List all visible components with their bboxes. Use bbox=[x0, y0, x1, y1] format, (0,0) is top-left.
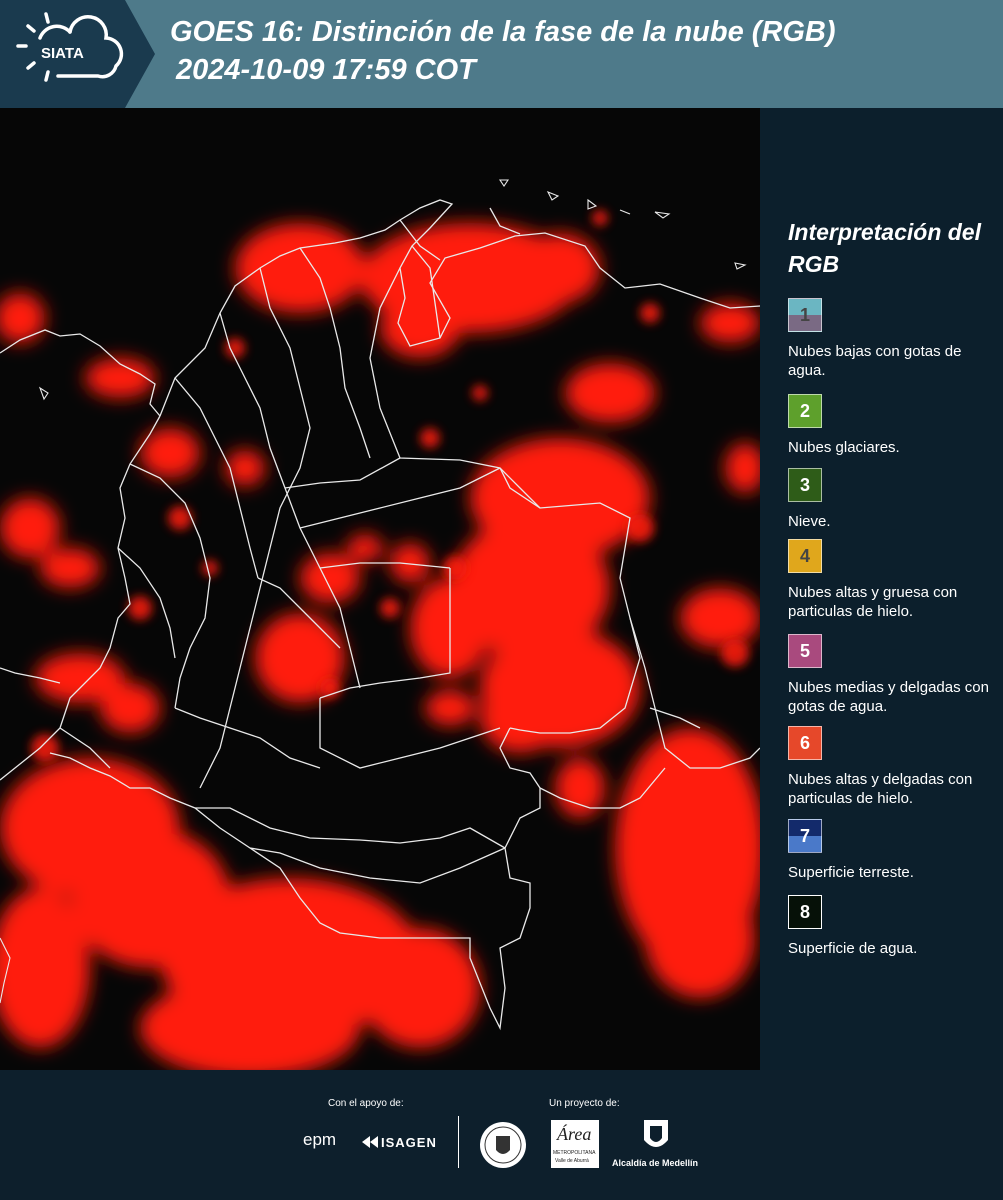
rgb-cloud-image bbox=[0, 108, 760, 1070]
legend-label: Nubes medias y delgadas con gotas de agu… bbox=[788, 679, 989, 715]
legend-swatch: 4 bbox=[788, 539, 822, 573]
footer-divider bbox=[458, 1116, 459, 1168]
legend-panel: Interpretación del RGB 1 Nubes bajas con… bbox=[760, 108, 1003, 1070]
legend-number: 3 bbox=[799, 474, 810, 495]
alcaldia-logo: Alcaldía de Medellín bbox=[612, 1158, 699, 1168]
legend-number: 1 bbox=[799, 304, 810, 325]
area-logo-script: Área bbox=[557, 1124, 592, 1144]
area-logo-sub2: Valle de Aburrá bbox=[555, 1158, 589, 1164]
legend-label: Nubes altas y delgadas con particulas de… bbox=[788, 771, 973, 807]
legend-item: 3 Nieve. bbox=[788, 468, 1000, 531]
legend-item: 2 Nubes glaciares. bbox=[788, 394, 1000, 457]
legend-swatch: 8 bbox=[788, 895, 822, 929]
satellite-map bbox=[0, 108, 760, 1070]
legend-number: 8 bbox=[799, 901, 810, 922]
legend-label: Nubes glaciares. bbox=[788, 439, 900, 456]
legend-swatch: 7 bbox=[788, 819, 822, 853]
legend-label: Superficie terreste. bbox=[788, 864, 914, 881]
legend-item: 6 Nubes altas y delgadas con particulas … bbox=[788, 726, 1000, 808]
legend-swatch: 6 bbox=[788, 726, 822, 760]
legend-item: 5 Nubes medias y delgadas con gotas de a… bbox=[788, 634, 1000, 716]
footer: Con el apoyo de: Un proyecto de: epm ISA… bbox=[0, 1070, 1003, 1200]
legend-item: 1 Nubes bajas con gotas de agua. bbox=[788, 298, 1000, 380]
area-metropolitana-logo: Área METROPOLITANA Valle de Aburrá bbox=[551, 1120, 599, 1168]
header: SIATA GOES 16: Distinción de la fase de … bbox=[0, 0, 1003, 108]
legend-item: 7 Superficie terreste. bbox=[788, 819, 1000, 882]
legend-item: 4 Nubes altas y gruesa con particulas de… bbox=[788, 539, 1000, 621]
legend-swatch: 2 bbox=[788, 394, 822, 428]
epm-logo: epm bbox=[303, 1130, 337, 1149]
legend-number: 6 bbox=[799, 732, 810, 753]
legend-label: Nieve. bbox=[788, 513, 831, 530]
legend-label: Superficie de agua. bbox=[788, 940, 918, 957]
legend-swatch: 3 bbox=[788, 468, 822, 502]
page-title: GOES 16: Distinción de la fase de la nub… bbox=[170, 16, 836, 48]
legend-number: 2 bbox=[799, 400, 810, 421]
legend-label: Nubes altas y gruesa con particulas de h… bbox=[788, 584, 958, 620]
alcaldia-shield-icon bbox=[644, 1120, 668, 1147]
legend-title: Interpretación del RGB bbox=[788, 219, 981, 277]
isagen-logo: ISAGEN bbox=[381, 1135, 437, 1150]
siata-logo-text: SIATA bbox=[41, 45, 84, 62]
legend-number: 7 bbox=[799, 825, 810, 846]
legend-number: 5 bbox=[799, 640, 810, 661]
project-label: Un proyecto de: bbox=[549, 1098, 620, 1109]
legend-label: Nubes bajas con gotas de agua. bbox=[788, 343, 962, 379]
support-label: Con el apoyo de: bbox=[328, 1098, 404, 1109]
legend-swatch: 1 bbox=[788, 298, 822, 332]
isagen-logo-icon bbox=[362, 1136, 378, 1148]
page-timestamp: 2024-10-09 17:59 COT bbox=[176, 54, 476, 86]
medellin-seal-icon bbox=[480, 1122, 526, 1168]
legend-swatch: 5 bbox=[788, 634, 822, 668]
area-logo-sub: METROPOLITANA bbox=[553, 1150, 596, 1156]
legend-item: 8 Superficie de agua. bbox=[788, 895, 1000, 958]
legend-number: 4 bbox=[799, 545, 810, 566]
